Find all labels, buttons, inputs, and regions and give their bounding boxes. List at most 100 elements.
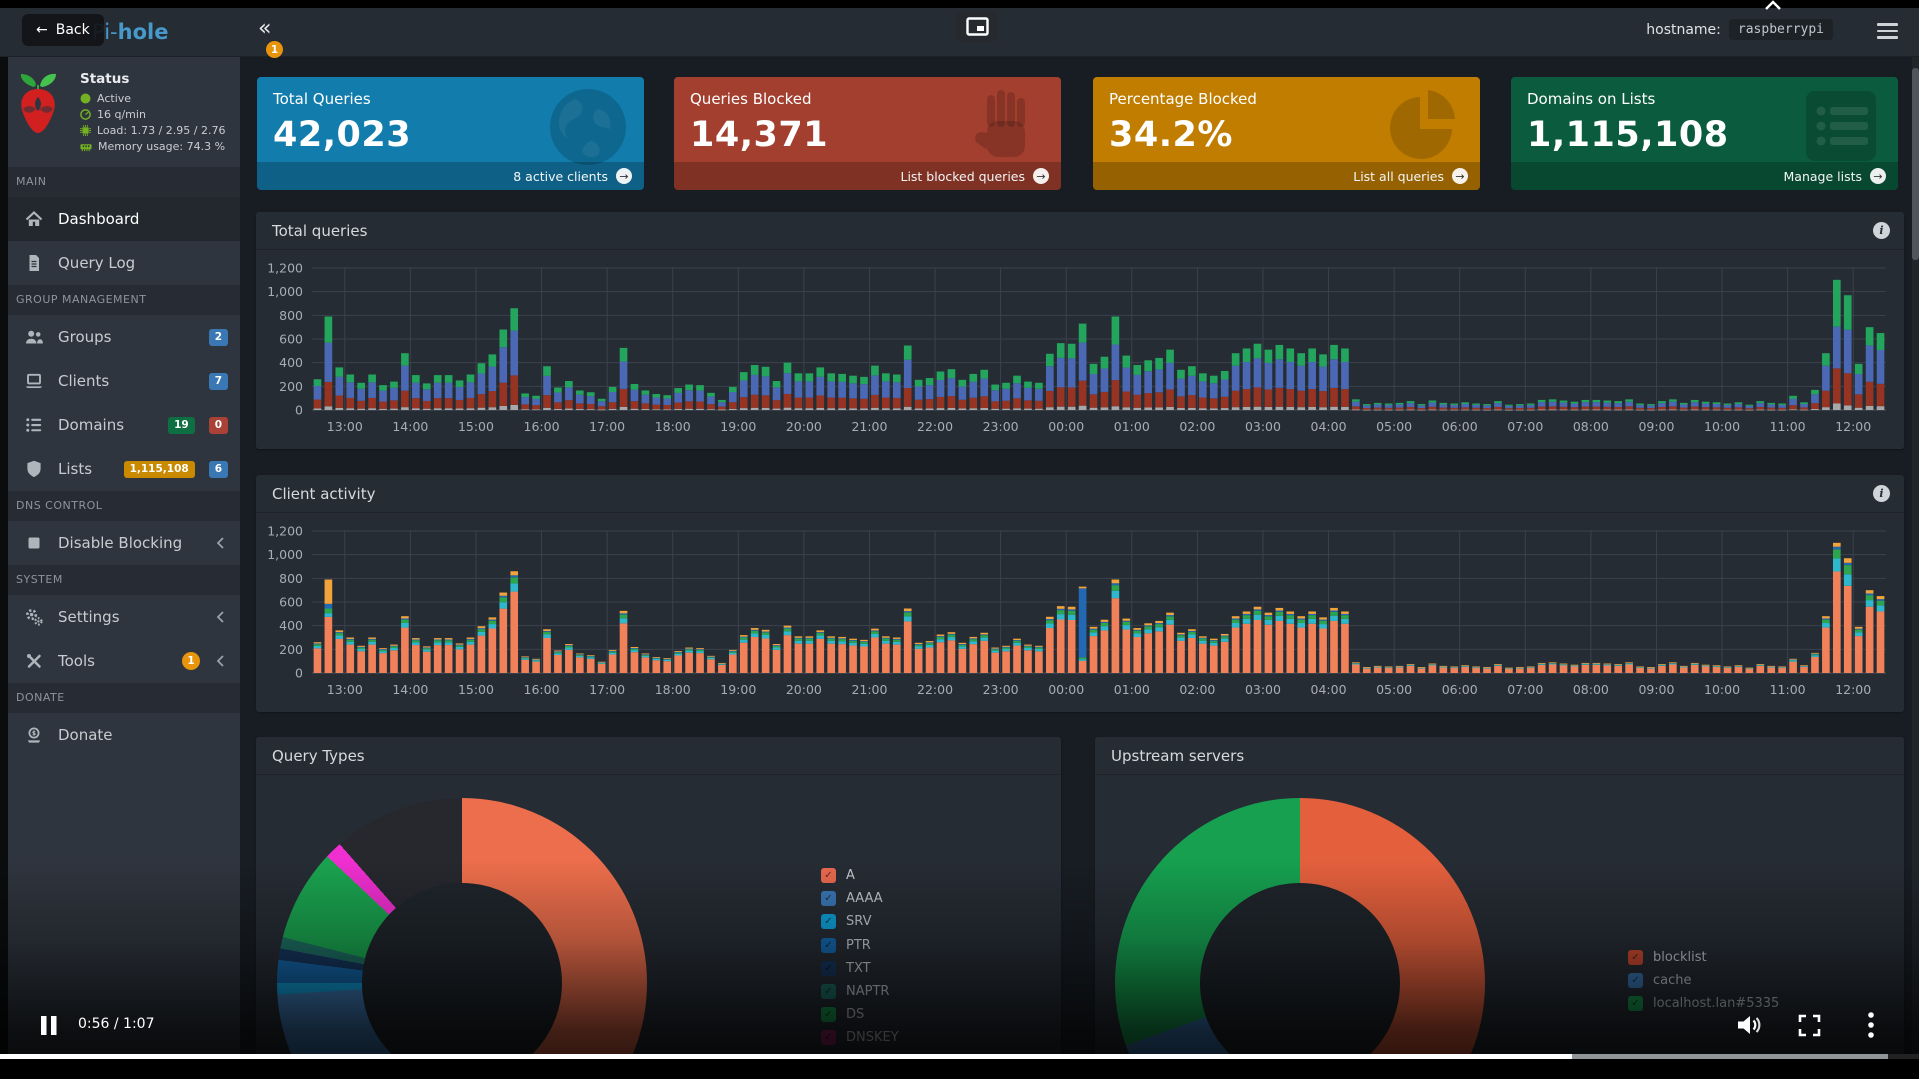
svg-text:04:00: 04:00 [1311, 682, 1347, 697]
picture-in-picture-icon [966, 17, 989, 36]
legend-item-dnskey[interactable]: ✓DNSKEY [821, 1029, 899, 1046]
sidebar-item-lists[interactable]: Lists1,115,1086 [0, 447, 240, 491]
total-queries-chart[interactable]: 02004006008001,0001,20013:0014:0015:0016… [256, 250, 1904, 446]
card-title: Domains on Lists [1511, 77, 1898, 108]
svg-text:09:00: 09:00 [1638, 682, 1674, 697]
svg-text:06:00: 06:00 [1442, 682, 1478, 697]
card-percentage-blocked: Percentage Blocked34.2%List all queries→ [1093, 77, 1480, 190]
donate-icon [24, 725, 44, 745]
legend-item-txt[interactable]: ✓TXT [821, 960, 871, 977]
legend-item-aaaa[interactable]: ✓AAAA [821, 890, 883, 907]
info-icon[interactable]: i [1873, 485, 1890, 502]
card-domains-on-lists: Domains on Lists1,115,108Manage lists→ [1511, 77, 1898, 190]
svg-text:0: 0 [295, 403, 303, 418]
svg-text:05:00: 05:00 [1376, 682, 1412, 697]
svg-text:18:00: 18:00 [655, 682, 691, 697]
legend-checkbox[interactable]: ✓ [1628, 996, 1643, 1011]
legend-item-srv[interactable]: ✓SRV [821, 913, 871, 930]
sidebar-badge: 7 [209, 373, 228, 390]
sidebar-item-donate[interactable]: Donate [0, 713, 240, 757]
legend-item-localhost.lan#5335[interactable]: ✓ localhost.lan#5335 [1628, 995, 1779, 1012]
legend-item-blocklist[interactable]: ✓ blocklist [1628, 949, 1707, 966]
client-activity-panel: Client activity i 02004006008001,0001,20… [256, 475, 1904, 712]
hamburger-menu-icon[interactable] [1877, 23, 1898, 39]
client-activity-title: Client activity [272, 485, 375, 503]
gauge-icon [80, 109, 91, 120]
info-icon[interactable]: i [1873, 222, 1890, 239]
legend-checkbox[interactable]: ✓ [821, 868, 836, 883]
fullscreen-button[interactable] [1798, 1014, 1821, 1037]
legend-checkbox[interactable]: ✓ [821, 961, 836, 976]
sidebar-item-label: Query Log [58, 254, 228, 272]
sidebar-section-label: DONATE [0, 683, 240, 713]
card-value: 42,023 [257, 108, 644, 155]
legend-checkbox[interactable]: ✓ [1628, 973, 1643, 988]
svg-text:00:00: 00:00 [1048, 682, 1084, 697]
legend-item-cache[interactable]: ✓cache [1628, 972, 1692, 989]
query-types-panel-header: Query Types [256, 737, 1061, 775]
legend-item-ds[interactable]: ✓ DS [821, 1006, 864, 1023]
card-value: 34.2% [1093, 108, 1480, 155]
legend-item-ptr[interactable]: ✓PTR [821, 937, 871, 954]
svg-text:17:00: 17:00 [589, 682, 625, 697]
svg-text:23:00: 23:00 [983, 419, 1019, 434]
sidebar-collapse-icon[interactable]: « [258, 16, 271, 41]
total-queries-title: Total queries [272, 222, 367, 240]
sidebar-item-clients[interactable]: Clients7 [0, 359, 240, 403]
sidebar-item-label: Lists [58, 460, 110, 478]
sidebar-item-groups[interactable]: Groups 2 [0, 315, 240, 359]
collapse-up-icon[interactable] [1760, 0, 1786, 11]
pihole-raspberry-logo [14, 71, 68, 137]
picture-in-picture-button[interactable] [956, 11, 998, 42]
hostname-display: hostname: raspberrypi [1646, 19, 1833, 40]
svg-text:10:00: 10:00 [1704, 682, 1740, 697]
sidebar-item-label: Groups [58, 328, 195, 346]
sidebar-item-settings[interactable]: Settings [0, 595, 240, 639]
legend-label: blocklist [1653, 950, 1707, 965]
svg-text:1,200: 1,200 [267, 524, 303, 539]
sidebar-badge: 0 [209, 417, 228, 434]
brand-suffix: hole [118, 20, 169, 44]
legend-item-naptr[interactable]: ✓NAPTR [821, 983, 889, 1000]
svg-text:19:00: 19:00 [720, 682, 756, 697]
hostname-label: hostname: [1646, 22, 1721, 38]
volume-button[interactable] [1736, 1013, 1762, 1037]
legend-checkbox[interactable]: ✓ [1628, 950, 1643, 965]
legend-checkbox[interactable]: ✓ [821, 1030, 836, 1045]
svg-text:11:00: 11:00 [1770, 682, 1806, 697]
sidebar-item-label: Disable Blocking [58, 534, 200, 552]
pause-button[interactable] [40, 1015, 58, 1036]
sidebar: Status Active 16 q/min Load: 1.73 / 2.95… [0, 57, 240, 1060]
svg-text:16:00: 16:00 [524, 682, 560, 697]
legend-label: DS [846, 1007, 864, 1022]
card-total-queries: Total Queries42,0238 active clients→ [257, 77, 644, 190]
sidebar-item-tools[interactable]: Tools1 [0, 639, 240, 683]
legend-checkbox[interactable]: ✓ [821, 891, 836, 906]
legend-checkbox[interactable]: ✓ [821, 1007, 836, 1022]
home-icon [24, 209, 44, 229]
legend-item-a[interactable]: ✓A [821, 867, 855, 884]
chevron-left-icon [214, 536, 228, 550]
legend-checkbox[interactable]: ✓ [821, 984, 836, 999]
back-button[interactable]: ← Back [22, 14, 104, 46]
sidebar-badge: 1,115,108 [124, 461, 195, 478]
sidebar-item-dashboard[interactable]: Dashboard [0, 197, 240, 241]
sidebar-badge: 2 [209, 329, 228, 346]
update-notification-badge: 1 [266, 41, 283, 58]
legend-label: localhost.lan#5335 [1653, 996, 1779, 1011]
svg-text:00:00: 00:00 [1048, 419, 1084, 434]
sidebar-item-disable-blocking[interactable]: Disable Blocking [0, 521, 240, 565]
more-options-button[interactable] [1867, 1011, 1875, 1039]
sidebar-item-domains[interactable]: Domains190 [0, 403, 240, 447]
legend-checkbox[interactable]: ✓ [821, 938, 836, 953]
svg-text:12:00: 12:00 [1835, 682, 1871, 697]
card-queries-blocked: Queries Blocked14,371List blocked querie… [674, 77, 1061, 190]
sidebar-item-label: Settings [58, 608, 200, 626]
legend-label: A [846, 868, 855, 883]
svg-text:600: 600 [279, 595, 303, 610]
client-activity-chart[interactable]: 02004006008001,0001,20013:0014:0015:0016… [256, 513, 1904, 709]
svg-text:800: 800 [279, 308, 303, 323]
scrollbar-thumb[interactable] [1912, 68, 1919, 260]
sidebar-item-query-log[interactable]: Query Log [0, 241, 240, 285]
legend-checkbox[interactable]: ✓ [821, 914, 836, 929]
